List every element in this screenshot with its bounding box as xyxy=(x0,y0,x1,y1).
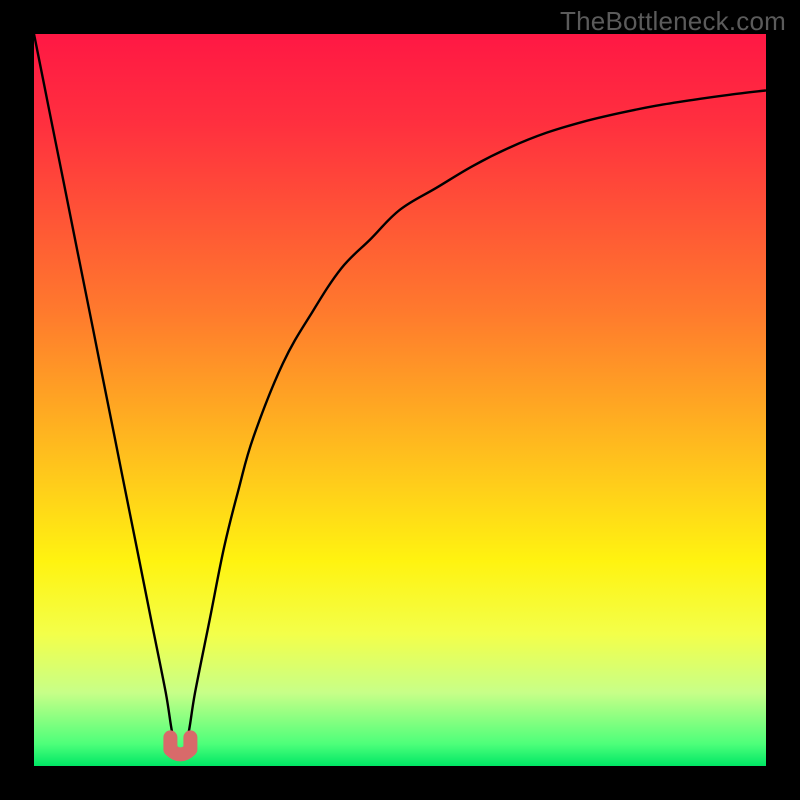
watermark-text: TheBottleneck.com xyxy=(560,6,786,37)
chart-frame: TheBottleneck.com xyxy=(0,0,800,800)
bottleneck-chart xyxy=(0,0,800,800)
plot-background xyxy=(34,34,766,766)
